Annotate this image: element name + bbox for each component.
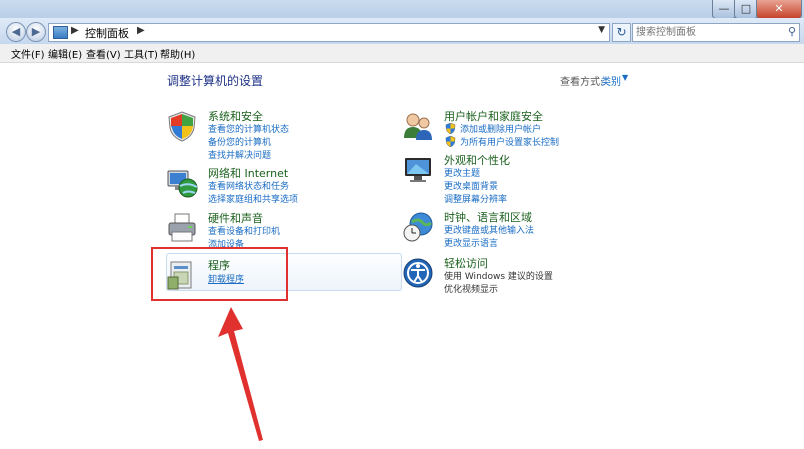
breadcrumb-control-panel[interactable]: 控制面板 bbox=[85, 25, 129, 41]
menu-view[interactable]: 查看(V) bbox=[86, 46, 121, 61]
annotation-arrow-icon bbox=[218, 307, 263, 441]
control-panel-icon bbox=[53, 26, 68, 39]
uac-shield-icon bbox=[445, 136, 456, 147]
link-view-network-status[interactable]: 查看网络状态和任务 bbox=[208, 179, 289, 192]
annotation-highlight-box bbox=[151, 247, 288, 301]
uac-shield-icon bbox=[445, 123, 456, 134]
category-ease-of-access: 轻松访问 使用 Windows 建议的设置 优化视频显示 bbox=[402, 255, 622, 295]
category-clock-language: 时钟、语言和区域 更改键盘或其他输入法 更改显示语言 bbox=[402, 209, 622, 249]
link-add-remove-users[interactable]: 添加或删除用户帐户 bbox=[460, 122, 541, 135]
menu-tools[interactable]: 工具(T) bbox=[124, 46, 158, 61]
minimize-button[interactable]: — bbox=[712, 0, 736, 19]
search-input[interactable] bbox=[633, 25, 779, 40]
clock-globe-icon bbox=[403, 212, 433, 242]
close-button[interactable]: ✕ bbox=[756, 0, 802, 19]
link-optimize-display[interactable]: 优化视频显示 bbox=[444, 282, 498, 295]
accessibility-icon bbox=[403, 258, 433, 288]
category-appearance: 外观和个性化 更改主题 更改桌面背景 调整屏幕分辨率 bbox=[402, 152, 622, 205]
menu-file[interactable]: 文件(F) bbox=[11, 46, 45, 61]
link-backup-computer[interactable]: 备份您的计算机 bbox=[208, 135, 271, 148]
refresh-button[interactable]: ↻ bbox=[612, 23, 631, 42]
view-by-dropdown[interactable]: 类别 bbox=[601, 73, 621, 88]
category-hardware-sound: 硬件和声音 查看设备和打印机 添加设备 bbox=[166, 210, 386, 250]
back-button[interactable]: ◀ bbox=[6, 22, 26, 42]
menu-edit[interactable]: 编辑(E) bbox=[48, 46, 82, 61]
category-network-internet: 网络和 Internet 查看网络状态和任务 选择家庭组和共享选项 bbox=[166, 165, 386, 205]
link-change-theme[interactable]: 更改主题 bbox=[444, 166, 480, 179]
view-by-label: 查看方式: bbox=[560, 77, 604, 88]
category-user-accounts: 用户帐户和家庭安全 添加或删除用户帐户 为所有用户设置家长控制 bbox=[402, 108, 622, 148]
forward-button[interactable]: ▶ bbox=[26, 22, 46, 42]
link-devices-printers[interactable]: 查看设备和打印机 bbox=[208, 224, 280, 237]
users-icon bbox=[404, 113, 432, 140]
search-box[interactable]: ⚲ bbox=[632, 23, 800, 42]
menu-bar: 文件(F) 编辑(E) 查看(V) 工具(T) 帮助(H) bbox=[0, 44, 804, 63]
maximize-button[interactable]: □ bbox=[734, 0, 758, 19]
link-find-fix-problems[interactable]: 查找并解决问题 bbox=[208, 148, 271, 161]
printer-icon bbox=[168, 213, 196, 242]
link-change-input-method[interactable]: 更改键盘或其他输入法 bbox=[444, 223, 534, 236]
link-change-background[interactable]: 更改桌面背景 bbox=[444, 179, 498, 192]
page-title: 调整计算机的设置 bbox=[167, 74, 264, 88]
shield-icon bbox=[168, 111, 196, 142]
search-icon[interactable]: ⚲ bbox=[788, 25, 796, 38]
control-panel-content: 调整计算机的设置 查看方式: 类别 ▼ 系统和安全 查看您的计算机状态 备份您的… bbox=[0, 63, 804, 449]
chevron-down-icon[interactable]: ▼ bbox=[598, 25, 605, 35]
link-change-display-language[interactable]: 更改显示语言 bbox=[444, 236, 498, 249]
link-parental-controls[interactable]: 为所有用户设置家长控制 bbox=[460, 135, 559, 148]
link-screen-resolution[interactable]: 调整屏幕分辨率 bbox=[444, 192, 507, 205]
link-view-computer-status[interactable]: 查看您的计算机状态 bbox=[208, 122, 289, 135]
breadcrumb-separator-icon[interactable]: ▶ bbox=[137, 25, 145, 36]
link-homegroup-sharing[interactable]: 选择家庭组和共享选项 bbox=[208, 192, 298, 205]
category-system-security: 系统和安全 查看您的计算机状态 备份您的计算机 查找并解决问题 bbox=[166, 108, 386, 161]
network-globe-icon bbox=[167, 170, 198, 198]
address-box[interactable]: ▶ 控制面板 ▶ ▼ bbox=[48, 23, 610, 42]
display-icon bbox=[405, 158, 431, 182]
link-recommended-settings[interactable]: 使用 Windows 建议的设置 bbox=[444, 269, 553, 282]
breadcrumb-separator-icon[interactable]: ▶ bbox=[71, 25, 79, 36]
menu-help[interactable]: 帮助(H) bbox=[160, 46, 195, 61]
chevron-down-icon[interactable]: ▼ bbox=[622, 73, 628, 82]
